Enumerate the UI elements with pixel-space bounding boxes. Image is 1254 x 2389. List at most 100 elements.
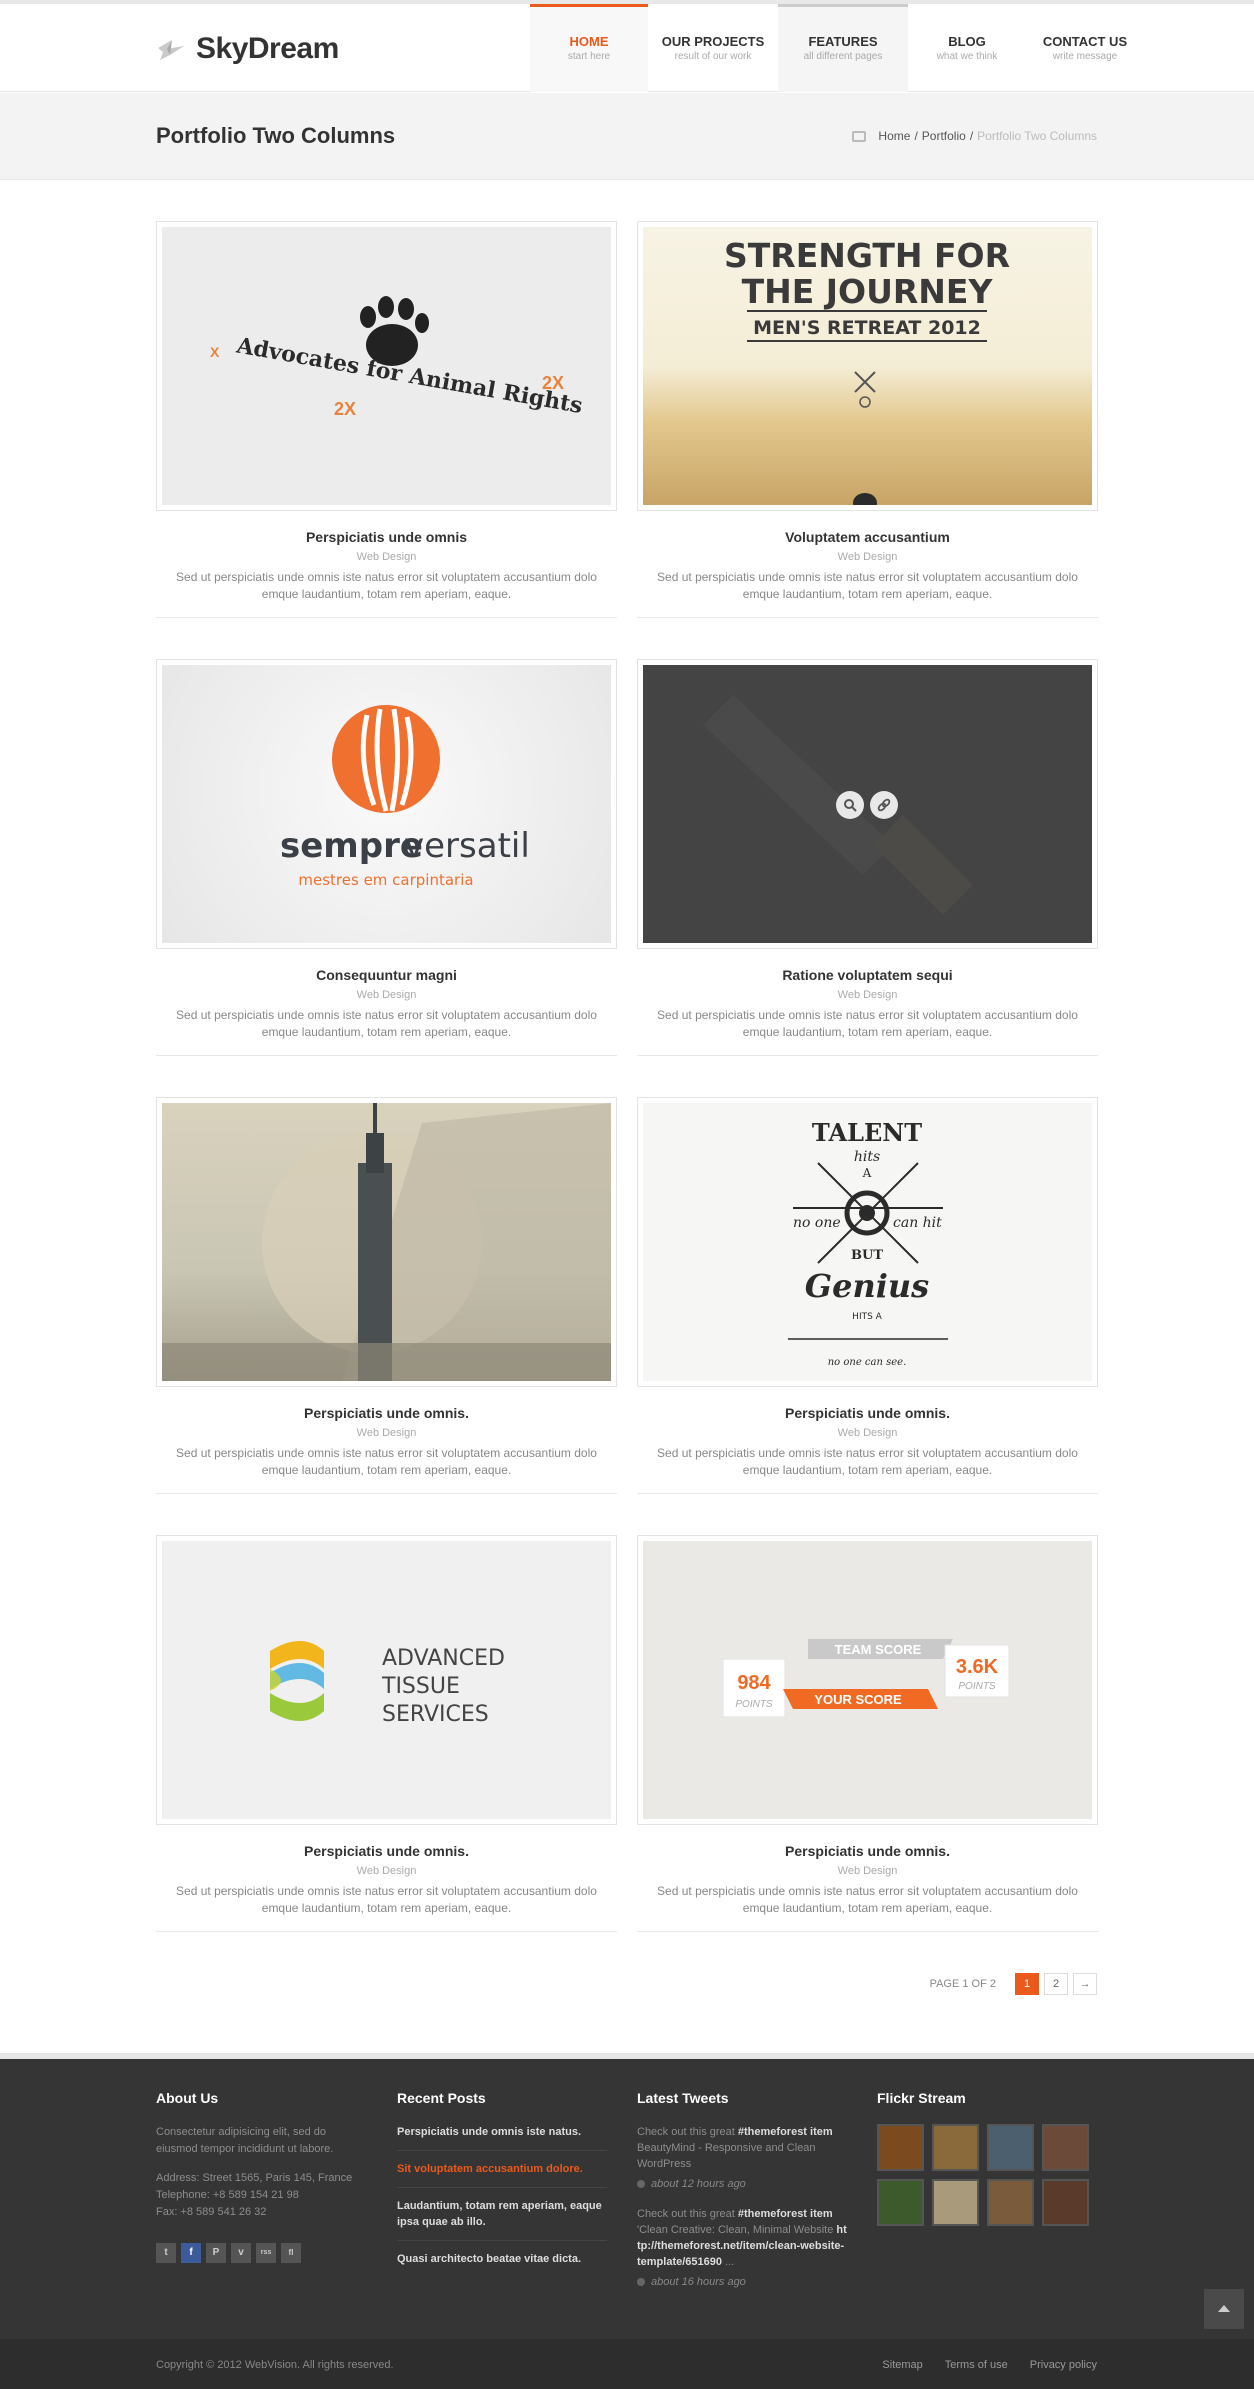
portfolio-title[interactable]: Perspiciatis unde omnis. <box>156 1843 617 1859</box>
footer-flickr: Flickr Stream <box>877 2090 1089 2226</box>
portfolio-thumb[interactable]: STRENGTH FOR THE JOURNEY MEN'S RETREAT 2… <box>637 221 1098 511</box>
svg-text:2X: 2X <box>542 373 564 393</box>
flickr-thumb[interactable] <box>932 2179 979 2226</box>
portfolio-category[interactable]: Web Design <box>156 1427 617 1439</box>
portfolio-category[interactable]: Web Design <box>156 551 617 563</box>
portfolio-thumb[interactable]: TALENT hits A no one can hit BUT Genius … <box>637 1097 1098 1387</box>
hover-overlay-image <box>643 665 1092 943</box>
nav-label: OUR PROJECTS <box>661 34 765 49</box>
svg-text:X: X <box>210 344 220 360</box>
talent-genius-image: TALENT hits A no one can hit BUT Genius … <box>643 1103 1092 1381</box>
page-1-button[interactable]: 1 <box>1015 1973 1039 1995</box>
svg-text:TEAM SCORE: TEAM SCORE <box>835 1642 922 1657</box>
portfolio-category[interactable]: Web Design <box>637 989 1098 1001</box>
clock-icon <box>637 2180 645 2188</box>
portfolio-item: STRENGTH FOR THE JOURNEY MEN'S RETREAT 2… <box>637 221 1098 618</box>
breadcrumb-portfolio[interactable]: Portfolio <box>922 129 966 143</box>
tweet: Check out this great #themeforest item B… <box>637 2124 847 2192</box>
svg-text:POINTS: POINTS <box>958 1681 996 1692</box>
back-to-top-button[interactable] <box>1204 2289 1244 2329</box>
portfolio-title[interactable]: Consequuntur magni <box>156 967 617 983</box>
sempre-versatil-image: sempre versatil mestres em carpintaria <box>162 665 611 943</box>
portfolio-title[interactable]: Perspiciatis unde omnis. <box>637 1405 1098 1421</box>
tweet: Check out this great #themeforest item '… <box>637 2208 847 2288</box>
nav-label: FEATURES <box>808 34 878 49</box>
portfolio-thumb[interactable] <box>156 1097 617 1387</box>
tweet-hashtag[interactable]: #themeforest item <box>738 2208 833 2220</box>
portfolio-thumb[interactable] <box>637 659 1098 949</box>
nav-features[interactable]: FEATURES all different pages <box>778 4 908 92</box>
flickr-thumb[interactable] <box>932 2124 979 2171</box>
nav-blog[interactable]: BLOG what we think <box>908 4 1026 92</box>
portfolio-item: TALENT hits A no one can hit BUT Genius … <box>637 1097 1098 1494</box>
page-info: PAGE 1 OF 2 <box>929 1978 996 1990</box>
score-ui-art: 984 POINTS TEAM SCORE YOUR SCORE 3.6K PO… <box>722 1639 1010 1718</box>
sitemap-link[interactable]: Sitemap <box>882 2359 922 2371</box>
flickr-thumb[interactable] <box>1042 2179 1089 2226</box>
portfolio-item: Perspiciatis unde omnis. Web Design Sed … <box>156 1097 617 1494</box>
bird-logo-icon <box>158 40 184 60</box>
svg-text:THE JOURNEY: THE JOURNEY <box>742 272 994 311</box>
svg-text:YOUR SCORE: YOUR SCORE <box>814 1692 902 1707</box>
svg-text:no one can see.: no one can see. <box>828 1357 907 1368</box>
nav-our-projects[interactable]: OUR PROJECTS result of our work <box>648 4 778 92</box>
recent-post-link[interactable]: Perspiciatis unde omnis iste natus. <box>397 2124 607 2151</box>
recent-post-link[interactable]: Quasi architecto beatae vitae dicta. <box>397 2251 607 2277</box>
fax: Fax: +8 589 541 26 32 <box>156 2206 267 2218</box>
nav-label: CONTACT US <box>1042 34 1128 49</box>
rss-icon[interactable]: rss <box>256 2243 276 2263</box>
tweet-hashtag[interactable]: #themeforest item <box>738 2126 833 2138</box>
portfolio-title[interactable]: Voluptatem accusantium <box>637 529 1098 545</box>
breadcrumb-home[interactable]: Home <box>878 129 910 143</box>
portfolio-category[interactable]: Web Design <box>637 1865 1098 1877</box>
portfolio-category[interactable]: Web Design <box>156 989 617 1001</box>
twitter-icon[interactable]: t <box>156 2243 176 2263</box>
next-page-button[interactable]: → <box>1073 1973 1097 1995</box>
portfolio-thumb[interactable]: 984 POINTS TEAM SCORE YOUR SCORE 3.6K PO… <box>637 1535 1098 1825</box>
portfolio-category[interactable]: Web Design <box>156 1865 617 1877</box>
nav-home[interactable]: HOME start here <box>530 4 648 92</box>
flickr-thumb[interactable] <box>877 2124 924 2171</box>
flickr-thumb[interactable] <box>987 2179 1034 2226</box>
tweet-time: about 12 hours ago <box>637 2176 847 2192</box>
flickr-thumb[interactable] <box>1042 2124 1089 2171</box>
nav-sublabel: all different pages <box>803 51 883 62</box>
recent-post-link[interactable]: Sit voluptatem accusantium dolore. <box>397 2161 607 2188</box>
recent-post-link[interactable]: Laudantium, totam rem aperiam, eaque ips… <box>397 2198 607 2241</box>
flickr-thumb[interactable] <box>877 2179 924 2226</box>
portfolio-description: Sed ut perspiciatis unde omnis iste natu… <box>637 1883 1098 1932</box>
vimeo-icon[interactable]: v <box>231 2243 251 2263</box>
footer: About Us Consectetur adipisicing elit, s… <box>0 2059 1254 2339</box>
portfolio-category[interactable]: Web Design <box>637 1427 1098 1439</box>
page-2-button[interactable]: 2 <box>1044 1973 1068 1995</box>
flickr-icon[interactable]: fl <box>281 2243 301 2263</box>
portfolio-thumb[interactable]: Advocates for Animal Rights X 2X 2X <box>156 221 617 511</box>
svg-text:3.6K: 3.6K <box>956 1656 999 1678</box>
svg-text:2X: 2X <box>334 399 356 419</box>
portfolio-title[interactable]: Perspiciatis unde omnis <box>156 529 617 545</box>
portfolio-description: Sed ut perspiciatis unde omnis iste natu… <box>156 1007 617 1056</box>
nav-label: HOME <box>569 34 609 49</box>
privacy-link[interactable]: Privacy policy <box>1030 2359 1097 2371</box>
logo[interactable]: SkyDream <box>156 32 339 66</box>
portfolio-thumb[interactable]: ADVANCED TISSUE SERVICES <box>156 1535 617 1825</box>
terms-link[interactable]: Terms of use <box>945 2359 1008 2371</box>
facebook-icon[interactable]: f <box>181 2243 201 2263</box>
nav-sublabel: write message <box>1052 51 1118 62</box>
link-button[interactable] <box>870 791 898 819</box>
portfolio-description: Sed ut perspiciatis unde omnis iste natu… <box>156 1883 617 1932</box>
portfolio-category[interactable]: Web Design <box>637 551 1098 563</box>
zoom-button[interactable] <box>836 791 864 819</box>
portfolio-title[interactable]: Perspiciatis unde omnis. <box>637 1843 1098 1859</box>
flickr-thumb[interactable] <box>987 2124 1034 2171</box>
nav-contact-us[interactable]: CONTACT US write message <box>1026 4 1144 92</box>
telephone: Telephone: +8 589 154 21 98 <box>156 2189 299 2201</box>
portfolio-title[interactable]: Perspiciatis unde omnis. <box>156 1405 617 1421</box>
crossed-axes-icon <box>854 371 876 393</box>
svg-text:sempre: sempre <box>280 826 423 866</box>
pinterest-icon[interactable]: P <box>206 2243 226 2263</box>
footer-about-title: About Us <box>156 2090 219 2106</box>
portfolio-title[interactable]: Ratione voluptatem sequi <box>637 967 1098 983</box>
header: SkyDream HOME start here OUR PROJECTS re… <box>0 4 1254 92</box>
portfolio-thumb[interactable]: sempre versatil mestres em carpintaria <box>156 659 617 949</box>
